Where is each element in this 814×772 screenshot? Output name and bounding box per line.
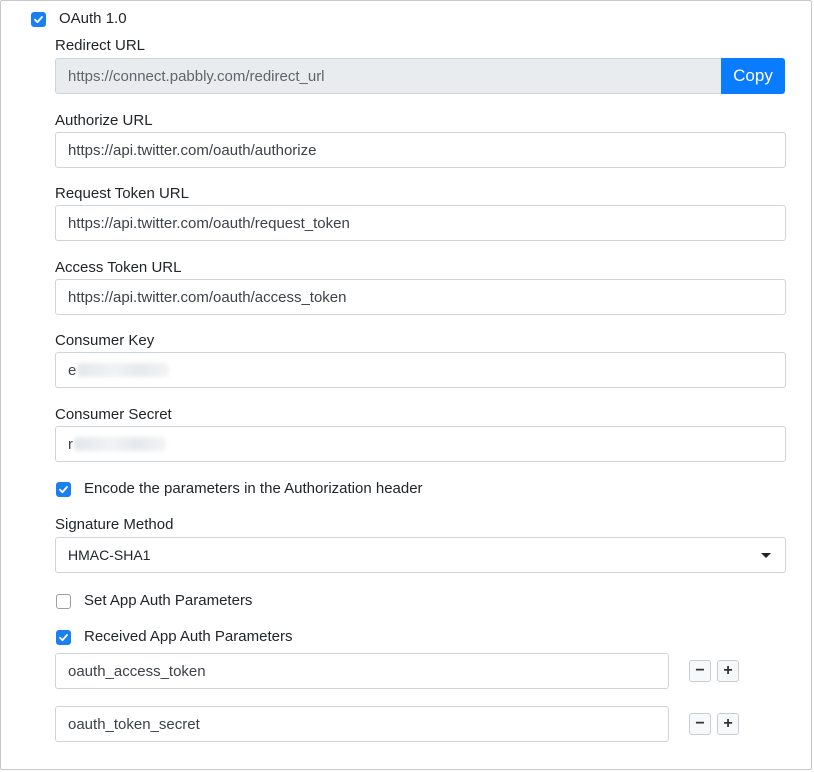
encode-params-checkbox[interactable]	[56, 482, 71, 497]
consumer-secret-input[interactable]: r	[55, 426, 786, 462]
received-param-input[interactable]: oauth_token_secret	[55, 706, 669, 742]
encode-params-label: Encode the parameters in the Authorizati…	[84, 480, 423, 497]
redirect-url-label: Redirect URL	[55, 37, 146, 54]
checkmark-icon	[59, 634, 68, 642]
oauth-checkbox-label: OAuth 1.0	[59, 10, 127, 27]
consumer-secret-label: Consumer Secret	[55, 406, 172, 423]
signature-method-value: HMAC-SHA1	[68, 547, 151, 563]
remove-param-button[interactable]: −	[689, 713, 711, 735]
copy-button[interactable]: Copy	[721, 58, 785, 94]
minus-icon: −	[695, 662, 705, 679]
redirect-url-field[interactable]: https://connect.pabbly.com/redirect_url	[55, 58, 722, 94]
authorize-url-value: https://api.twitter.com/oauth/authorize	[68, 141, 317, 159]
received-param-input[interactable]: oauth_access_token	[55, 653, 669, 689]
consumer-secret-redacted	[74, 437, 166, 451]
consumer-key-label: Consumer Key	[55, 332, 155, 349]
received-param-value: oauth_token_secret	[68, 715, 200, 733]
received-app-auth-label: Received App Auth Parameters	[84, 628, 293, 645]
caret-down-icon	[761, 553, 771, 558]
minus-icon: −	[695, 715, 705, 732]
authorize-url-label: Authorize URL	[55, 112, 153, 129]
checkmark-icon	[59, 486, 68, 494]
consumer-key-redacted	[77, 363, 170, 377]
oauth-checkbox[interactable]	[31, 12, 46, 27]
set-app-auth-checkbox[interactable]	[56, 594, 71, 609]
plus-icon: +	[723, 662, 733, 679]
checkmark-icon	[34, 16, 43, 24]
consumer-key-prefix: e	[68, 361, 77, 379]
received-param-value: oauth_access_token	[68, 662, 206, 680]
add-param-button[interactable]: +	[717, 660, 739, 682]
consumer-key-input[interactable]: e	[55, 352, 786, 388]
redirect-url-value: https://connect.pabbly.com/redirect_url	[68, 67, 325, 85]
access-token-url-label: Access Token URL	[55, 259, 182, 276]
signature-method-select[interactable]: HMAC-SHA1	[55, 537, 786, 573]
oauth-settings-panel: OAuth 1.0 Redirect URL https://connect.p…	[0, 0, 812, 770]
consumer-secret-prefix: r	[68, 435, 73, 453]
request-token-url-label: Request Token URL	[55, 185, 189, 202]
received-app-auth-checkbox[interactable]	[56, 630, 71, 645]
access-token-url-input[interactable]: https://api.twitter.com/oauth/access_tok…	[55, 279, 786, 315]
signature-method-label: Signature Method	[55, 516, 174, 533]
request-token-url-value: https://api.twitter.com/oauth/request_to…	[68, 214, 350, 232]
remove-param-button[interactable]: −	[689, 660, 711, 682]
request-token-url-input[interactable]: https://api.twitter.com/oauth/request_to…	[55, 205, 786, 241]
access-token-url-value: https://api.twitter.com/oauth/access_tok…	[68, 288, 347, 306]
authorize-url-input[interactable]: https://api.twitter.com/oauth/authorize	[55, 132, 786, 168]
add-param-button[interactable]: +	[717, 713, 739, 735]
plus-icon: +	[723, 715, 733, 732]
set-app-auth-label: Set App Auth Parameters	[84, 592, 253, 609]
